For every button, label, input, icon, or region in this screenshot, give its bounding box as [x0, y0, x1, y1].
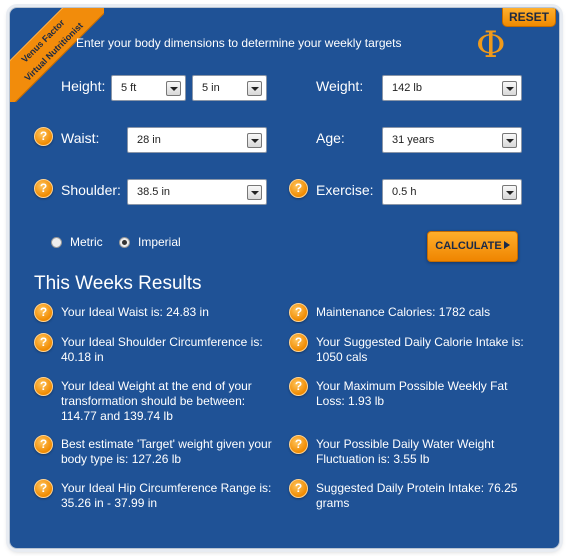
- result-line: Your Ideal Shoulder Circumference is:: [61, 335, 263, 349]
- result-line: Your Ideal Hip Circumference Range is:: [61, 481, 272, 495]
- imperial-radio[interactable]: [119, 237, 130, 248]
- exercise-select[interactable]: 0.5 h: [382, 179, 522, 205]
- height-label: Height:: [61, 78, 106, 94]
- result-line: Best estimate 'Target' weight given your: [61, 437, 272, 451]
- result-line: Your Ideal Weight at the end of your: [61, 379, 252, 393]
- chevron-down-icon: [502, 185, 517, 200]
- result-item: Your Suggested Daily Calorie Intake is: 1…: [316, 335, 536, 365]
- waist-label: Waist:: [61, 130, 100, 146]
- chevron-down-icon: [502, 133, 517, 148]
- result-line: Suggested Daily Protein Intake: 76.25: [316, 481, 518, 495]
- result-help-icon[interactable]: ?: [289, 377, 308, 396]
- calculate-button[interactable]: CALCULATE: [427, 231, 518, 262]
- metric-label[interactable]: Metric: [70, 235, 103, 249]
- weight-value: 142 lb: [392, 82, 422, 94]
- chevron-down-icon: [247, 185, 262, 200]
- shoulder-help-icon[interactable]: ?: [34, 179, 53, 198]
- height-feet-value: 5 ft: [121, 82, 137, 94]
- result-help-icon[interactable]: ?: [289, 479, 308, 498]
- result-line: Your Suggested Daily Calorie Intake is:: [316, 335, 524, 349]
- result-line: Maintenance Calories: 1782 cals: [316, 305, 491, 319]
- result-line: 40.18 in: [61, 350, 104, 364]
- height-inches-select[interactable]: 5 in: [192, 75, 267, 101]
- waist-help-icon[interactable]: ?: [34, 127, 53, 146]
- play-arrow-icon: [503, 241, 510, 249]
- result-line: 1050 cals: [316, 350, 368, 364]
- height-feet-select[interactable]: 5 ft: [111, 75, 186, 101]
- chevron-down-icon: [166, 81, 181, 96]
- result-item: Your Ideal Shoulder Circumference is: 40.…: [61, 335, 281, 365]
- result-help-icon[interactable]: ?: [34, 333, 53, 352]
- result-help-icon[interactable]: ?: [34, 479, 53, 498]
- result-item: Suggested Daily Protein Intake: 76.25 gra…: [316, 481, 536, 511]
- result-item: Maintenance Calories: 1782 cals: [316, 305, 536, 320]
- result-item: Best estimate 'Target' weight given your…: [61, 437, 281, 467]
- result-help-icon[interactable]: ?: [289, 435, 308, 454]
- result-line: 35.26 in - 37.99 in: [61, 496, 158, 510]
- exercise-help-icon[interactable]: ?: [289, 179, 308, 198]
- waist-select[interactable]: 28 in: [127, 127, 267, 153]
- chevron-down-icon: [247, 81, 262, 96]
- result-item: Your Ideal Hip Circumference Range is: 35…: [61, 481, 281, 511]
- result-line: Your Ideal Waist is: 24.83 in: [61, 305, 209, 319]
- result-help-icon[interactable]: ?: [34, 303, 53, 322]
- result-line: transformation should be between:: [61, 394, 246, 408]
- reset-button[interactable]: RESET: [502, 8, 556, 27]
- results-title: This Weeks Results: [34, 273, 202, 294]
- intro-text: Enter your body dimensions to determine …: [76, 36, 402, 50]
- result-line: Fluctuation is: 3.55 lb: [316, 452, 430, 466]
- age-value: 31 years: [392, 134, 435, 146]
- exercise-label: Exercise:: [316, 182, 374, 198]
- weight-select[interactable]: 142 lb: [382, 75, 522, 101]
- age-select[interactable]: 31 years: [382, 127, 522, 153]
- shoulder-label: Shoulder:: [61, 182, 121, 198]
- result-help-icon[interactable]: ?: [34, 377, 53, 396]
- imperial-label[interactable]: Imperial: [138, 235, 181, 249]
- result-item: Your Ideal Waist is: 24.83 in: [61, 305, 281, 320]
- waist-value: 28 in: [137, 134, 161, 146]
- result-line: Loss: 1.93 lb: [316, 394, 385, 408]
- result-line: Your Maximum Possible Weekly Fat: [316, 379, 508, 393]
- weight-label: Weight:: [316, 78, 364, 94]
- result-help-icon[interactable]: ?: [34, 435, 53, 454]
- calculate-label: CALCULATE: [435, 240, 502, 252]
- result-help-icon[interactable]: ?: [289, 303, 308, 322]
- calculator-panel: Venus Factor Virtual Nutritionist RESET …: [9, 7, 560, 549]
- age-label: Age:: [316, 130, 345, 146]
- height-inches-value: 5 in: [202, 82, 220, 94]
- result-line: 114.77 and 139.74 lb: [61, 409, 173, 423]
- shoulder-select[interactable]: 38.5 in: [127, 179, 267, 205]
- phi-logo-icon: Φ: [476, 25, 506, 66]
- chevron-down-icon: [502, 81, 517, 96]
- result-item: Your Possible Daily Water Weight Fluctuat…: [316, 437, 536, 467]
- result-help-icon[interactable]: ?: [289, 333, 308, 352]
- result-item: Your Ideal Weight at the end of your tran…: [61, 379, 281, 424]
- result-line: body type is: 127.26 lb: [61, 452, 182, 466]
- result-line: Your Possible Daily Water Weight: [316, 437, 495, 451]
- chevron-down-icon: [247, 133, 262, 148]
- exercise-value: 0.5 h: [392, 186, 417, 198]
- shoulder-value: 38.5 in: [137, 186, 171, 198]
- metric-radio[interactable]: [51, 237, 62, 248]
- result-item: Your Maximum Possible Weekly Fat Loss: 1.…: [316, 379, 536, 409]
- result-line: grams: [316, 496, 350, 510]
